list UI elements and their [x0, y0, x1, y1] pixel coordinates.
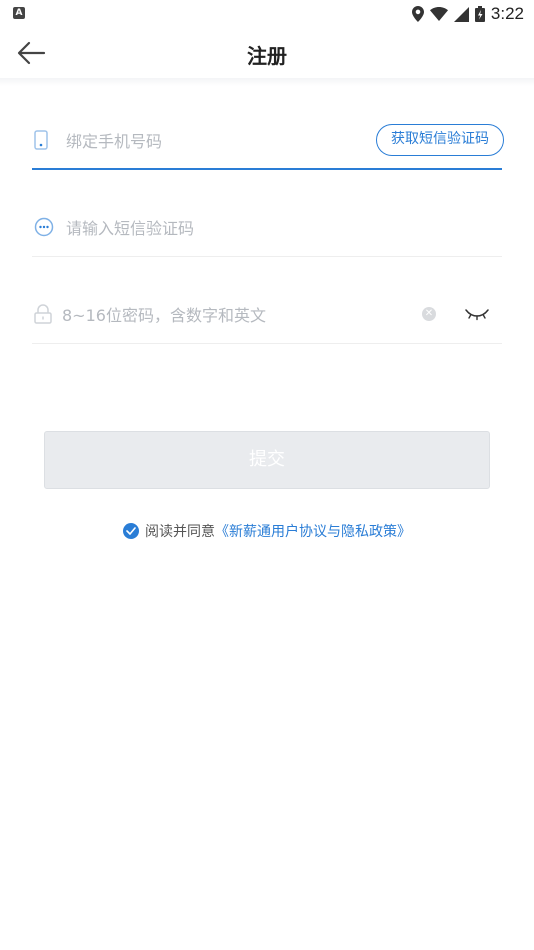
phone-icon — [34, 130, 48, 150]
message-icon — [34, 217, 54, 237]
submit-button[interactable]: 提交 — [44, 431, 490, 489]
check-icon — [126, 527, 136, 535]
password-underline — [32, 343, 502, 344]
battery-icon — [474, 6, 485, 22]
app-header: 注册 — [0, 28, 534, 78]
page-title: 注册 — [247, 44, 287, 68]
status-bar: A 3:22 — [0, 0, 534, 28]
agreement-row: 阅读并同意 《新薪通用户协议与隐私政策》 — [0, 521, 534, 541]
clock: 3:22 — [490, 4, 524, 23]
phone-input[interactable]: 绑定手机号码 — [66, 128, 162, 152]
lock-icon — [34, 304, 52, 324]
clear-icon[interactable]: ✕ — [422, 307, 436, 321]
sms-code-row: 请输入短信验证码 — [32, 197, 502, 257]
password-input[interactable]: 8~16位密码，含数字和英文 — [62, 302, 266, 326]
wifi-icon — [429, 7, 448, 21]
sms-underline — [32, 256, 502, 257]
get-sms-code-button[interactable]: 获取短信验证码 — [376, 124, 504, 156]
signal-icon — [453, 6, 469, 22]
agreement-link[interactable]: 《新薪通用户协议与隐私政策》 — [215, 521, 411, 541]
header-divider — [0, 78, 534, 86]
notification-icon: A — [13, 7, 25, 19]
status-icons: 3:22 — [411, 3, 524, 25]
agreement-prefix: 阅读并同意 — [145, 524, 215, 540]
sms-code-input[interactable]: 请输入短信验证码 — [66, 215, 194, 239]
password-row: 8~16位密码，含数字和英文 ✕ — [32, 284, 502, 344]
phone-row: 绑定手机号码 获取短信验证码 — [32, 110, 504, 170]
phone-underline — [32, 168, 502, 170]
eye-closed-icon[interactable] — [464, 307, 490, 321]
location-icon — [411, 6, 424, 22]
agree-checkbox[interactable] — [123, 523, 139, 539]
